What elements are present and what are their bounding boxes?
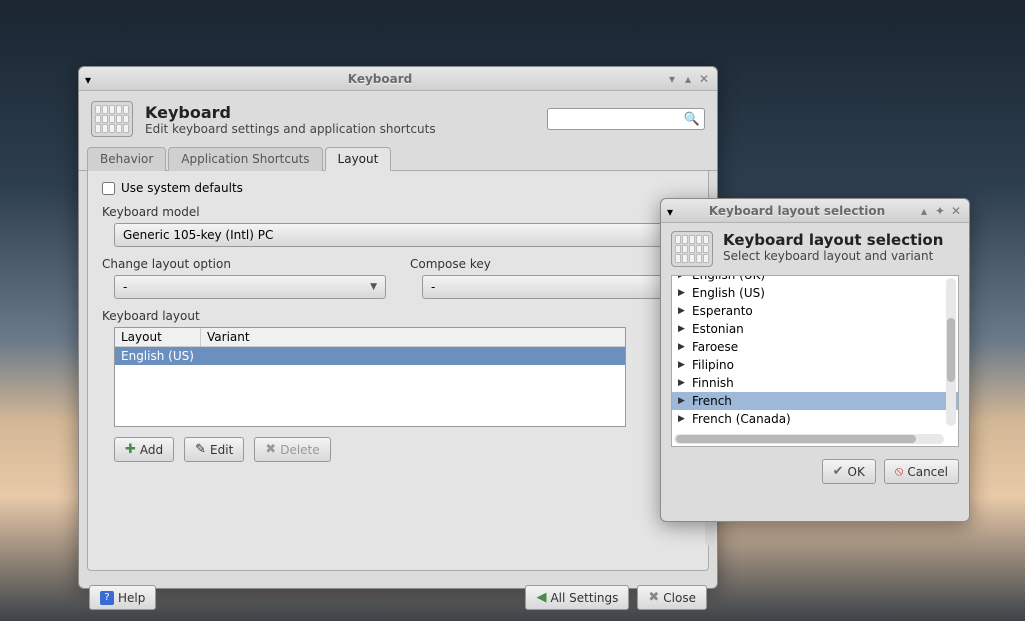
main-footer: ?Help ◀All Settings ✖Close xyxy=(79,579,717,616)
change-layout-label: Change layout option xyxy=(102,257,386,271)
x-icon: ✖ xyxy=(265,442,276,457)
window-menu-icon[interactable]: ▾ xyxy=(85,73,97,85)
tree-item[interactable]: ▶English (US) xyxy=(672,284,958,302)
tree-item[interactable]: ▶Faroese xyxy=(672,338,958,356)
tree-item[interactable]: ▶Finnish xyxy=(672,374,958,392)
add-button[interactable]: ✚Add xyxy=(114,437,174,462)
help-button[interactable]: ?Help xyxy=(89,585,156,610)
tab-bar: Behavior Application Shortcuts Layout xyxy=(79,147,717,171)
keyboard-model-label: Keyboard model xyxy=(102,205,694,219)
compose-key-label: Compose key xyxy=(410,257,694,271)
expand-icon[interactable]: ▶ xyxy=(678,306,688,316)
tree-vscrollbar[interactable] xyxy=(946,278,956,426)
expand-icon[interactable]: ▶ xyxy=(678,414,688,424)
help-icon: ? xyxy=(100,591,114,605)
keyboard-model-combo[interactable]: Generic 105-key (Intl) PC ▼ xyxy=(114,223,694,247)
main-titlebar[interactable]: ▾ Keyboard ▾ ▴ ✕ xyxy=(79,67,717,91)
chevron-down-icon: ▼ xyxy=(370,282,377,292)
expand-icon[interactable]: ▶ xyxy=(678,275,688,280)
search-input[interactable]: 🔍 xyxy=(547,108,705,130)
delete-button[interactable]: ✖Delete xyxy=(254,437,330,462)
layout-pane: Use system defaults Keyboard model Gener… xyxy=(87,171,709,571)
close-icon[interactable]: ✕ xyxy=(697,72,711,86)
tree-item-selected[interactable]: ▶French xyxy=(672,392,958,410)
maximize-icon[interactable]: ✦ xyxy=(933,204,947,218)
sub-header-subtitle: Select keyboard layout and variant xyxy=(723,249,943,263)
header-subtitle: Edit keyboard settings and application s… xyxy=(145,122,436,136)
expand-icon[interactable]: ▶ xyxy=(678,378,688,388)
cancel-button[interactable]: ⦸Cancel xyxy=(884,459,959,484)
edit-button[interactable]: ✎Edit xyxy=(184,437,244,462)
back-icon: ◀ xyxy=(536,590,546,605)
plus-icon: ✚ xyxy=(125,442,136,457)
keyboard-settings-window: ▾ Keyboard ▾ ▴ ✕ Keyboard Edit keyboard … xyxy=(78,66,718,589)
expand-icon[interactable]: ▶ xyxy=(678,324,688,334)
sub-footer: ✔OK ⦸Cancel xyxy=(661,447,969,496)
layout-listbox[interactable]: Layout Variant English (US) xyxy=(114,327,626,427)
window-menu-icon[interactable]: ▾ xyxy=(667,205,679,217)
main-title: Keyboard xyxy=(97,72,663,86)
tree-item[interactable]: ▶English (UK) xyxy=(672,275,958,284)
change-layout-combo[interactable]: - ▼ xyxy=(114,275,386,299)
ok-button[interactable]: ✔OK xyxy=(822,459,876,484)
sub-header-title: Keyboard layout selection xyxy=(723,231,943,249)
layout-row-english-us[interactable]: English (US) xyxy=(115,347,625,365)
pencil-icon: ✎ xyxy=(195,442,206,457)
expand-icon[interactable]: ▶ xyxy=(678,396,688,406)
compose-key-value: - xyxy=(431,280,435,294)
change-layout-value: - xyxy=(123,280,127,294)
minimize-icon[interactable]: ▴ xyxy=(917,204,931,218)
maximize-icon[interactable]: ▴ xyxy=(681,72,695,86)
expand-icon[interactable]: ▶ xyxy=(678,288,688,298)
layout-column-header[interactable]: Layout xyxy=(115,328,201,347)
tree-item[interactable]: ▶Esperanto xyxy=(672,302,958,320)
keyboard-layout-label: Keyboard layout xyxy=(102,309,694,323)
prohibit-icon: ⦸ xyxy=(895,464,903,479)
use-system-defaults-checkbox[interactable]: Use system defaults xyxy=(102,181,694,195)
variant-column-header[interactable]: Variant xyxy=(201,328,625,347)
minimize-icon[interactable]: ▾ xyxy=(665,72,679,86)
sub-title: Keyboard layout selection xyxy=(679,204,915,218)
close-icon[interactable]: ✕ xyxy=(949,204,963,218)
check-icon: ✔ xyxy=(833,464,844,479)
layout-tree[interactable]: ▶English (UK) ▶English (US) ▶Esperanto ▶… xyxy=(671,275,959,447)
expand-icon[interactable]: ▶ xyxy=(678,342,688,352)
tree-hscrollbar[interactable] xyxy=(674,434,944,444)
close-button[interactable]: ✖Close xyxy=(637,585,707,610)
tab-application-shortcuts[interactable]: Application Shortcuts xyxy=(168,147,322,171)
compose-key-combo[interactable]: - ▼ xyxy=(422,275,694,299)
tab-layout[interactable]: Layout xyxy=(325,147,392,171)
tab-behavior[interactable]: Behavior xyxy=(87,147,166,171)
main-header: Keyboard Edit keyboard settings and appl… xyxy=(79,91,717,147)
use-system-defaults-input[interactable] xyxy=(102,182,115,195)
tree-item[interactable]: ▶Filipino xyxy=(672,356,958,374)
keyboard-model-value: Generic 105-key (Intl) PC xyxy=(123,228,273,242)
header-title: Keyboard xyxy=(145,103,436,122)
sub-titlebar[interactable]: ▾ Keyboard layout selection ▴ ✦ ✕ xyxy=(661,199,969,223)
expand-icon[interactable]: ▶ xyxy=(678,360,688,370)
close-x-icon: ✖ xyxy=(648,590,659,605)
layout-selection-window: ▾ Keyboard layout selection ▴ ✦ ✕ Keyboa… xyxy=(660,198,970,522)
tree-item[interactable]: ▶Estonian xyxy=(672,320,958,338)
keyboard-icon xyxy=(91,101,133,137)
keyboard-icon xyxy=(671,231,713,267)
use-system-defaults-label: Use system defaults xyxy=(121,181,243,195)
sub-header: Keyboard layout selection Select keyboar… xyxy=(661,223,969,275)
search-icon: 🔍 xyxy=(684,112,700,127)
all-settings-button[interactable]: ◀All Settings xyxy=(525,585,629,610)
tree-item[interactable]: ▶French (Canada) xyxy=(672,410,958,428)
